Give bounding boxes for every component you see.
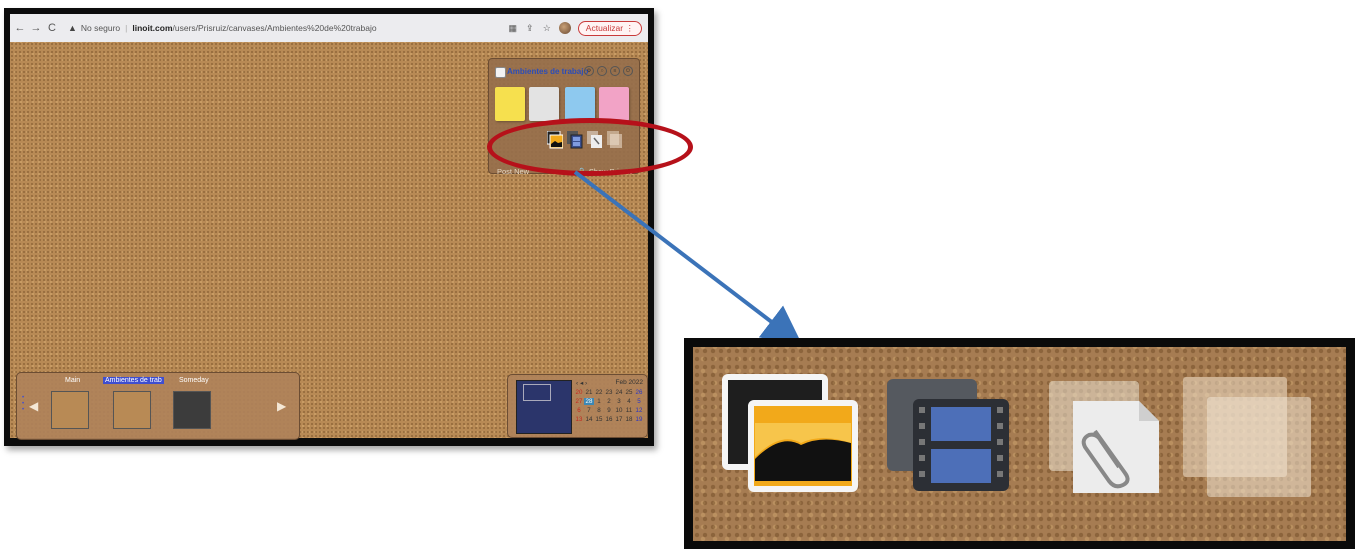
url-path[interactable]: /users/Prisruiz/canvases/Ambientes%20de%… — [173, 23, 377, 33]
translate-icon[interactable]: ▦ — [508, 23, 518, 33]
toolbar-right: ▦ ⇪ ☆ Actualizar ⋮ — [508, 20, 642, 36]
browser-toolbar: ← → C ▲ No seguro | linoit.com /users/Pr… — [10, 14, 648, 42]
power-icon[interactable]: ⏻ — [623, 66, 633, 76]
panel-controls: ⚙ ○ ≡ ⏻ — [584, 66, 633, 76]
sticky-gray[interactable] — [529, 87, 559, 121]
sticky-yellow[interactable] — [495, 87, 525, 121]
calendar-day-today[interactable]: 28 — [584, 398, 594, 405]
list-icon[interactable]: ≡ — [610, 66, 620, 76]
dots-icon: • • • — [22, 395, 25, 413]
browser-screenshot: ← → C ▲ No seguro | linoit.com /users/Pr… — [4, 8, 654, 446]
sticky-panel: Ambientes de trabajo ⚙ ○ ≡ ⏻ Post New 🔒 … — [488, 58, 640, 176]
calendar-day[interactable]: 18 — [624, 416, 634, 423]
calendar-day[interactable]: 8 — [594, 407, 604, 414]
post-new-link[interactable]: Post New — [497, 167, 529, 176]
attachment-icon[interactable] — [587, 131, 603, 149]
calendar-day[interactable]: 24 — [614, 389, 624, 396]
calendar-day[interactable]: 23 — [604, 389, 614, 396]
canvas-label-ambientes[interactable]: Ambientes de trab — [103, 377, 164, 384]
avatar[interactable] — [558, 22, 571, 34]
next-arrow-icon[interactable]: ▶ — [277, 399, 289, 413]
corkboard-canvas[interactable]: Ambientes de trabajo ⚙ ○ ≡ ⏻ Post New 🔒 … — [10, 42, 648, 440]
url-separator: | — [125, 23, 128, 33]
video-icon[interactable] — [567, 131, 583, 149]
calendar-day[interactable]: 25 — [624, 389, 634, 396]
calendar-day[interactable]: 6 — [574, 407, 584, 414]
show-private-link[interactable]: 🔒 Show Private — [577, 167, 633, 176]
search-icon[interactable]: ○ — [597, 66, 607, 76]
minimap[interactable] — [516, 380, 572, 434]
calendar-day[interactable]: 14 — [584, 416, 594, 423]
share-icon[interactable]: ⇪ — [525, 23, 535, 33]
calendar-day[interactable]: 10 — [614, 407, 624, 414]
image-icon[interactable] — [547, 131, 563, 149]
settings-icon[interactable]: ⚙ — [584, 66, 594, 76]
calendar-day[interactable]: 11 — [624, 407, 634, 414]
calendar-day[interactable]: 13 — [574, 416, 584, 423]
calendar-day[interactable]: 15 — [594, 416, 604, 423]
zoom-detail-corkboard — [693, 347, 1346, 541]
back-button[interactable]: ← — [14, 22, 26, 34]
canvas-label-main[interactable]: Main — [65, 377, 80, 384]
url-host[interactable]: linoit.com — [132, 23, 172, 33]
calendar-day[interactable]: 9 — [604, 407, 614, 414]
linoit-logo-icon — [495, 67, 506, 78]
forward-button[interactable]: → — [30, 22, 42, 34]
reload-button[interactable]: C — [46, 22, 58, 34]
star-icon[interactable]: ☆ — [542, 23, 552, 33]
calendar-day[interactable]: 3 — [614, 398, 624, 405]
attachment-icon — [1043, 377, 1173, 497]
update-button[interactable]: Actualizar ⋮ — [577, 20, 642, 36]
calendar-day[interactable]: 27 — [574, 398, 584, 405]
canvas-thumb-someday[interactable] — [173, 391, 211, 429]
calendar-grid: 20 21 22 23 24 25 26 27 28 1 2 3 4 5 6 7… — [574, 389, 644, 423]
calendar-day[interactable]: 7 — [584, 407, 594, 414]
canvas-thumb-main[interactable] — [51, 391, 89, 429]
calendar-day[interactable]: 17 — [614, 416, 624, 423]
calendar-day[interactable]: 12 — [634, 407, 644, 414]
video-icon — [883, 375, 1013, 495]
calendar-nav-icon[interactable]: ‹ ◂ › — [576, 379, 587, 387]
panel-title: Ambientes de trabajo — [507, 67, 589, 76]
calendar-day[interactable]: 20 — [574, 389, 584, 396]
prev-arrow-icon[interactable]: ◀ — [29, 399, 41, 413]
calendar-day[interactable]: 1 — [594, 398, 604, 405]
calendar-day[interactable]: 2 — [604, 398, 614, 405]
blank-icon[interactable] — [607, 131, 623, 149]
calendar-month: Feb 2022 — [615, 379, 643, 386]
warning-icon[interactable]: ▲ — [68, 23, 77, 33]
canvas-thumb-ambientes[interactable] — [113, 391, 151, 429]
calendar-day[interactable]: 5 — [634, 398, 644, 405]
blank-icon — [1181, 373, 1321, 503]
minimap-viewport[interactable] — [523, 384, 551, 401]
tool-row — [547, 131, 623, 149]
calendar-day[interactable]: 22 — [594, 389, 604, 396]
calendar-header: ‹ ◂ › Feb 2022 — [576, 379, 643, 387]
zoom-detail — [684, 338, 1355, 549]
calendar-widget: ‹ ◂ › Feb 2022 20 21 22 23 24 25 26 27 2… — [507, 374, 648, 438]
image-icon — [721, 373, 861, 493]
sticky-blue[interactable] — [565, 87, 595, 121]
calendar-day[interactable]: 19 — [634, 416, 644, 423]
calendar-day[interactable]: 21 — [584, 389, 594, 396]
sticky-pink[interactable] — [599, 87, 629, 121]
menu-icon: ⋮ — [625, 22, 635, 33]
calendar-day[interactable]: 4 — [624, 398, 634, 405]
calendar-day[interactable]: 16 — [604, 416, 614, 423]
insecure-label: No seguro — [80, 23, 121, 33]
show-private-label: Show Private — [588, 167, 633, 176]
update-button-label: Actualizar — [585, 22, 624, 33]
calendar-day[interactable]: 26 — [634, 389, 644, 396]
canvas-label-someday[interactable]: Someday — [179, 377, 209, 384]
canvas-switcher: • • • ◀ Main Ambientes de trab Someday ▶ — [16, 372, 300, 440]
